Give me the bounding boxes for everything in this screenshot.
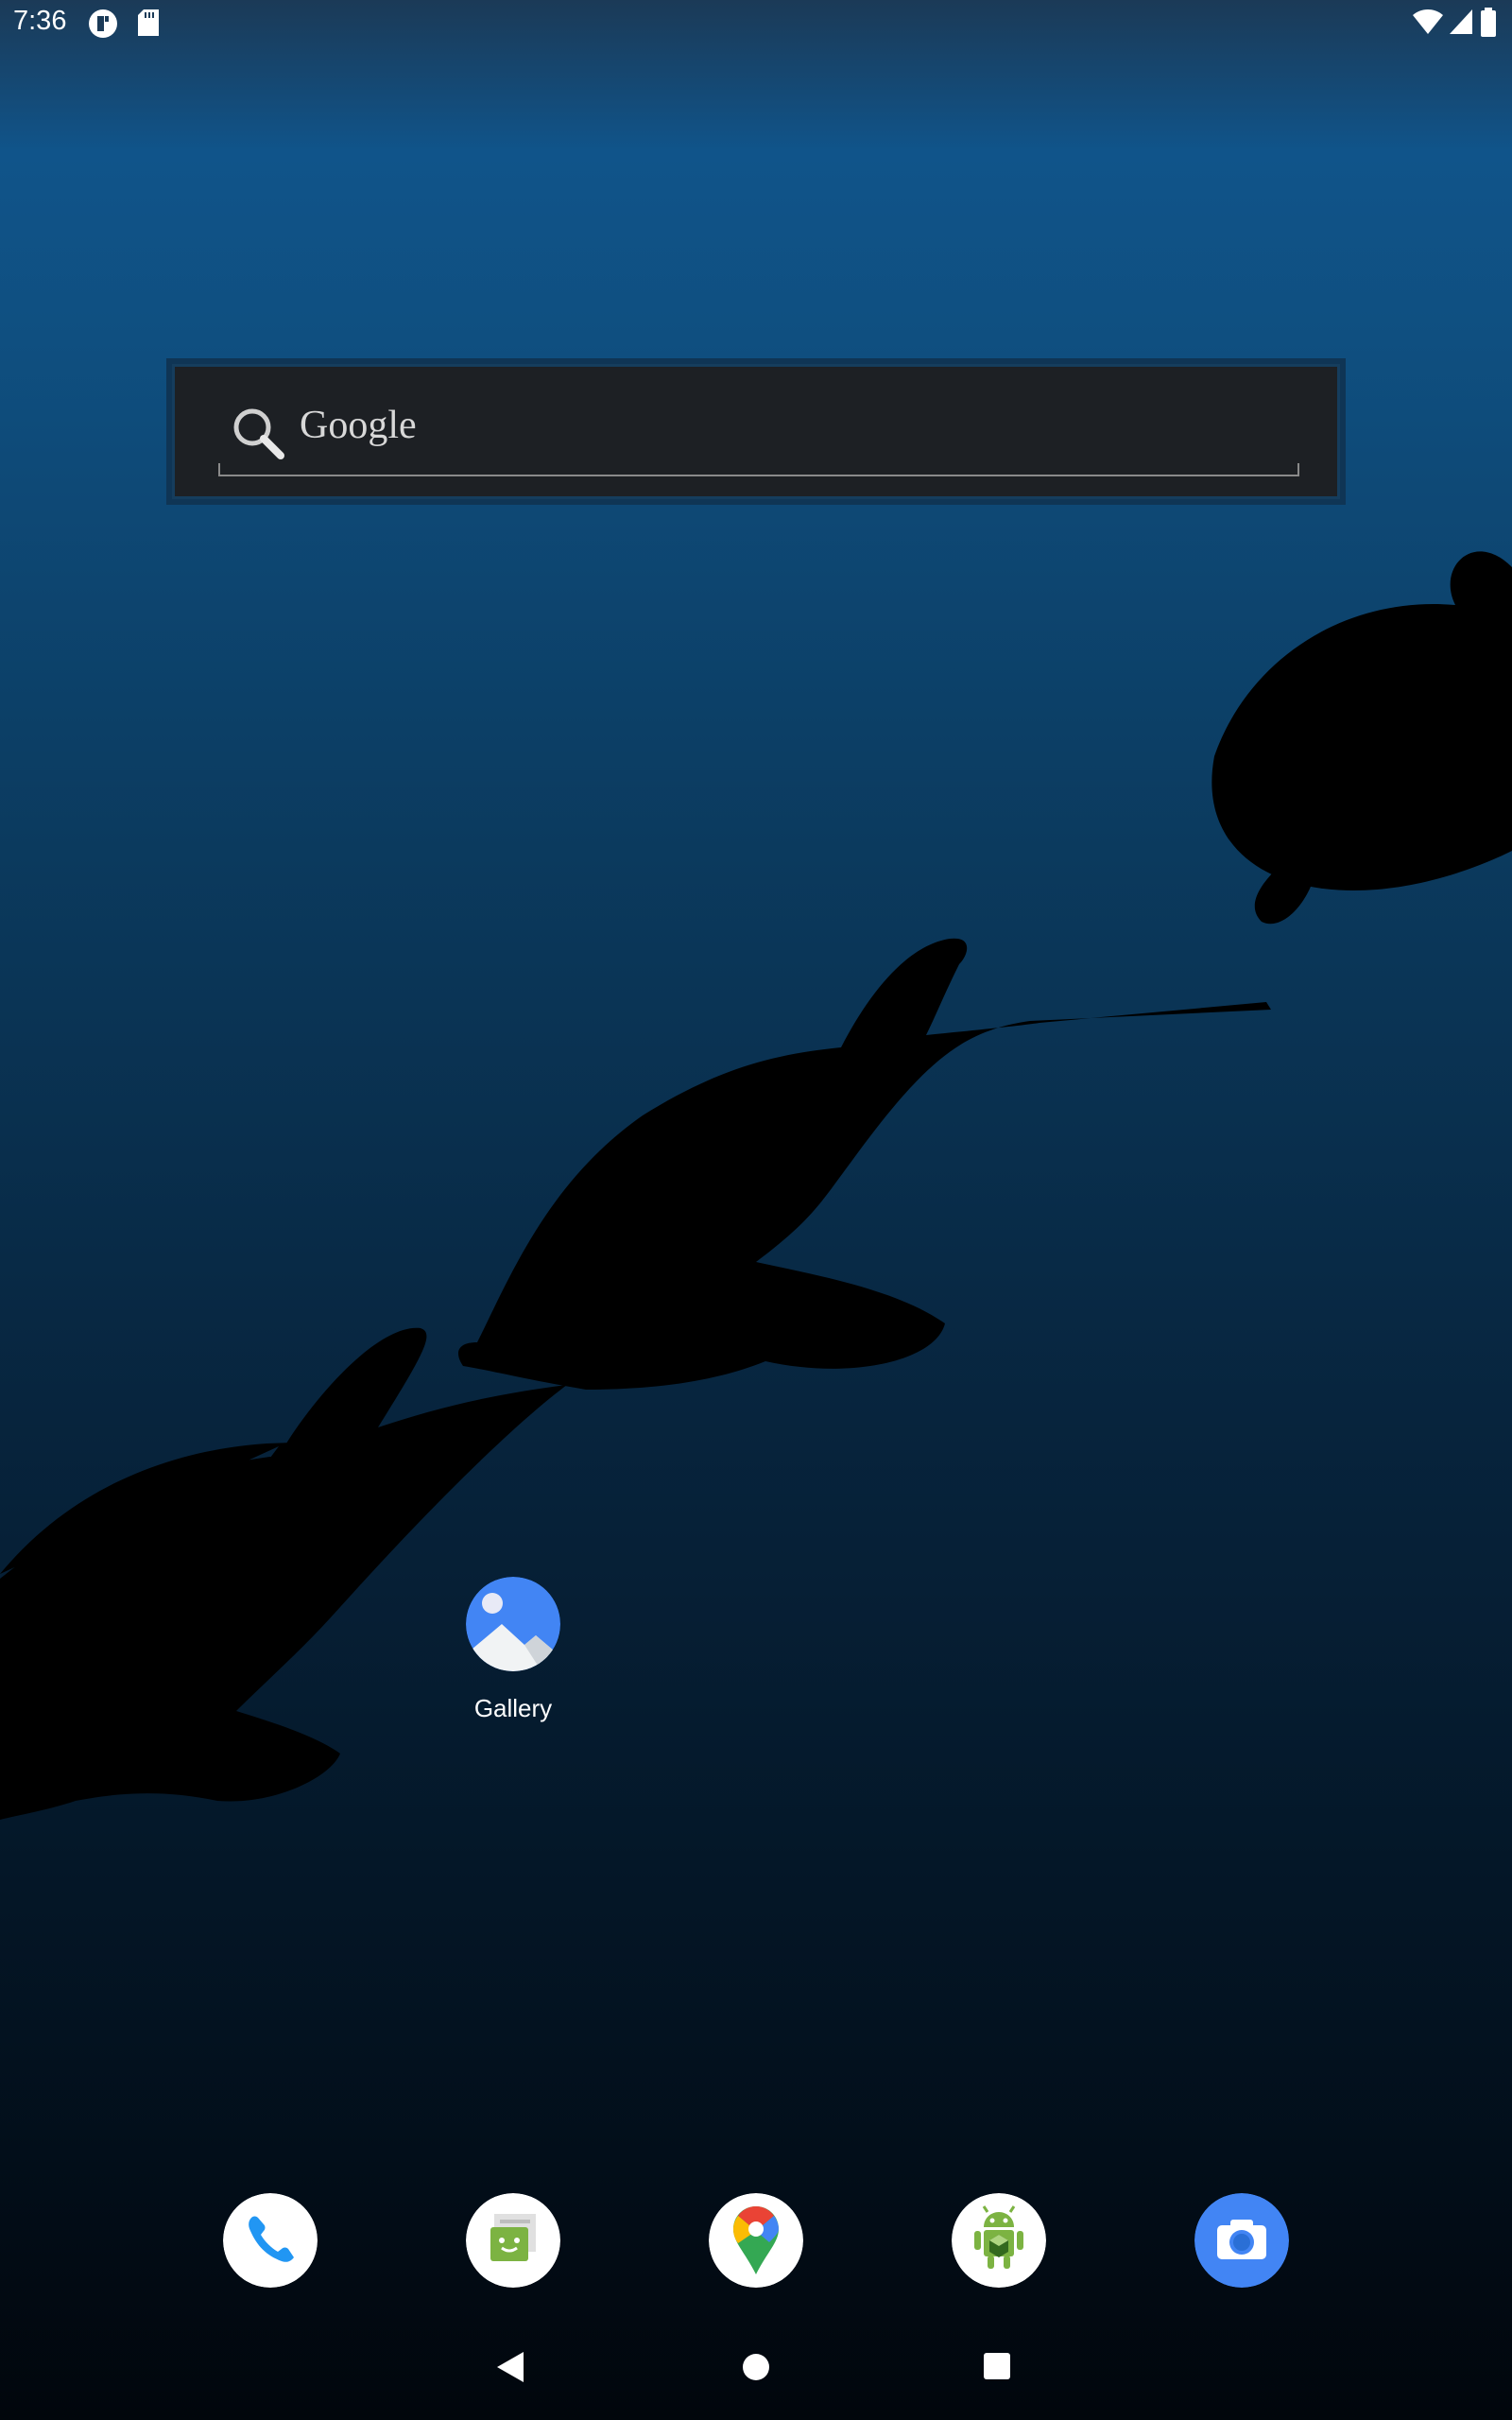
messaging-icon[interactable] (466, 2193, 560, 2288)
cell-signal-icon (1450, 9, 1472, 34)
battery-icon (1481, 8, 1496, 37)
dolphin-silhouette-left (0, 1327, 567, 1820)
dolphin-silhouette-middle (458, 938, 1271, 1390)
status-time: 7:36 (13, 6, 67, 36)
app-notification-icon (89, 9, 117, 38)
camera-icon[interactable] (1194, 2193, 1289, 2288)
phone-icon[interactable] (223, 2193, 318, 2288)
maps-icon[interactable] (709, 2193, 803, 2288)
google-search-widget[interactable]: Google (172, 364, 1340, 499)
sd-card-icon (138, 9, 159, 36)
android-icon[interactable] (952, 2193, 1046, 2288)
recents-icon[interactable] (983, 2352, 1011, 2380)
app-gallery[interactable]: Gallery (419, 1577, 608, 1723)
dolphin-silhouette-right (1211, 551, 1512, 925)
search-icon (233, 408, 284, 459)
wifi-icon (1413, 9, 1443, 34)
navigation-bar (0, 2335, 1512, 2420)
gallery-icon (466, 1577, 560, 1671)
search-widget-label: Google (300, 404, 417, 447)
home-icon[interactable] (741, 2352, 771, 2382)
search-underline (218, 463, 1299, 476)
status-bar: 7:36 (0, 0, 1512, 47)
wallpaper (0, 551, 1512, 1820)
app-gallery-label: Gallery (473, 1694, 553, 1722)
back-icon[interactable] (493, 2348, 527, 2386)
